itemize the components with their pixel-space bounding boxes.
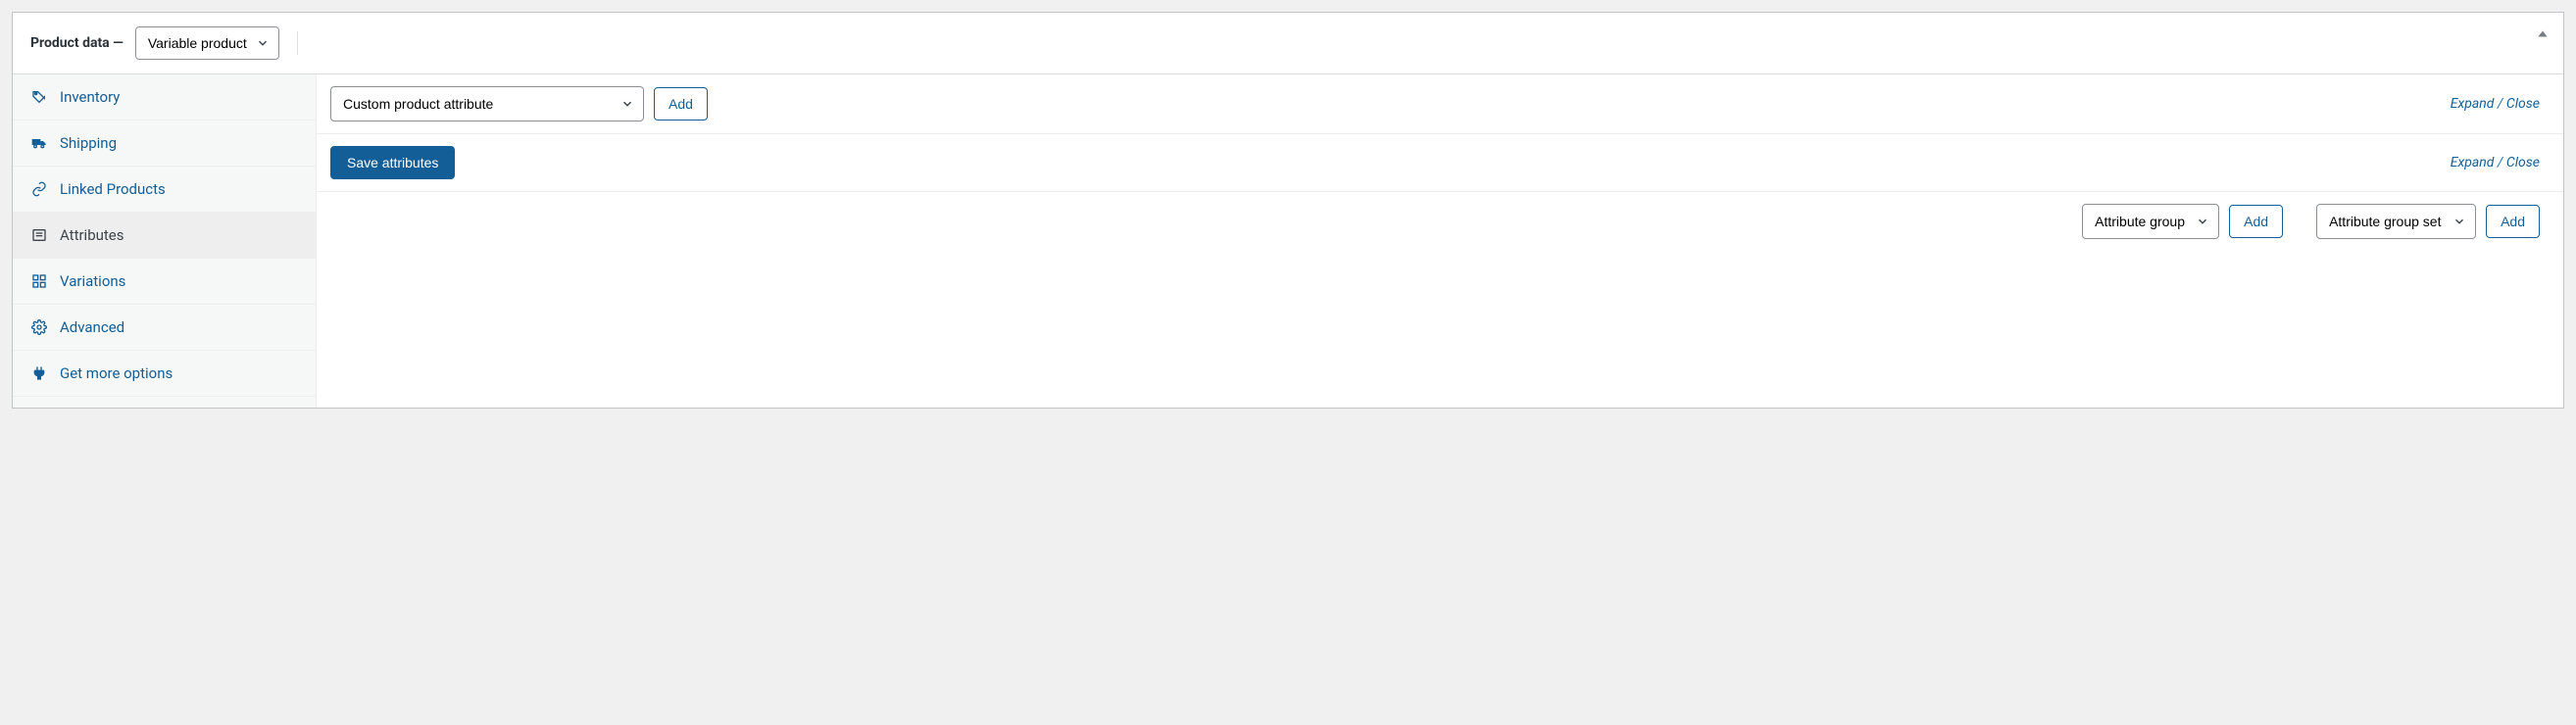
attribute-select-row: Custom product attribute Add Expand / Cl…	[317, 74, 2563, 134]
attribute-type-select[interactable]: Custom product attribute	[330, 86, 644, 121]
sidebar-item-label: Inventory	[60, 88, 120, 106]
attribute-group-row: Attribute group Add Attribute group set	[317, 192, 2563, 251]
add-group-set-button[interactable]: Add	[2486, 205, 2540, 238]
expand-close-links: Expand / Close	[2451, 96, 2540, 112]
add-attribute-button[interactable]: Add	[654, 87, 708, 121]
truck-icon	[30, 135, 48, 151]
sidebar-item-label: Advanced	[60, 318, 124, 336]
chevron-down-icon	[2452, 215, 2466, 228]
sidebar: Inventory Shipping Linked Products Attri…	[13, 74, 317, 408]
expand-link[interactable]: Expand	[2451, 155, 2495, 170]
sidebar-item-label: Get more options	[60, 364, 173, 382]
sidebar-item-label: Shipping	[60, 134, 117, 152]
divider	[297, 31, 298, 55]
panel-title-sep: —	[110, 35, 124, 51]
collapse-toggle-icon[interactable]	[2536, 26, 2550, 40]
save-attributes-row: Save attributes Expand / Close	[317, 134, 2563, 192]
add-group-button[interactable]: Add	[2229, 205, 2283, 238]
sidebar-item-label: Variations	[60, 272, 125, 290]
sidebar-item-linked-products[interactable]: Linked Products	[13, 167, 316, 213]
sidebar-item-shipping[interactable]: Shipping	[13, 121, 316, 167]
tag-icon	[30, 89, 48, 105]
product-type-select[interactable]: Variable product	[135, 26, 279, 60]
list-icon	[30, 227, 48, 243]
sidebar-item-get-more[interactable]: Get more options	[13, 351, 316, 397]
plug-icon	[30, 365, 48, 381]
link-icon	[30, 181, 48, 197]
grid-icon	[30, 273, 48, 289]
expand-link[interactable]: Expand	[2451, 96, 2495, 112]
save-attributes-button[interactable]: Save attributes	[330, 146, 455, 179]
close-link[interactable]: Close	[2506, 155, 2540, 170]
panel-header: Product data — Variable product	[13, 13, 2563, 74]
close-link[interactable]: Close	[2506, 96, 2540, 112]
gear-icon	[30, 319, 48, 335]
chevron-down-icon	[2196, 215, 2209, 228]
sidebar-item-inventory[interactable]: Inventory	[13, 74, 316, 121]
expand-close-links: Expand / Close	[2451, 155, 2540, 170]
sidebar-item-label: Attributes	[60, 226, 124, 244]
panel-title: Product data —	[30, 35, 124, 51]
content-area: Custom product attribute Add Expand / Cl…	[317, 74, 2563, 408]
chevron-down-icon	[620, 97, 634, 111]
sidebar-item-attributes[interactable]: Attributes	[13, 213, 316, 259]
sidebar-item-advanced[interactable]: Advanced	[13, 305, 316, 351]
sidebar-item-label: Linked Products	[60, 180, 166, 198]
panel-title-label: Product data	[30, 35, 110, 51]
product-data-panel: Product data — Variable product Inventor…	[12, 12, 2564, 409]
sidebar-item-variations[interactable]: Variations	[13, 259, 316, 305]
